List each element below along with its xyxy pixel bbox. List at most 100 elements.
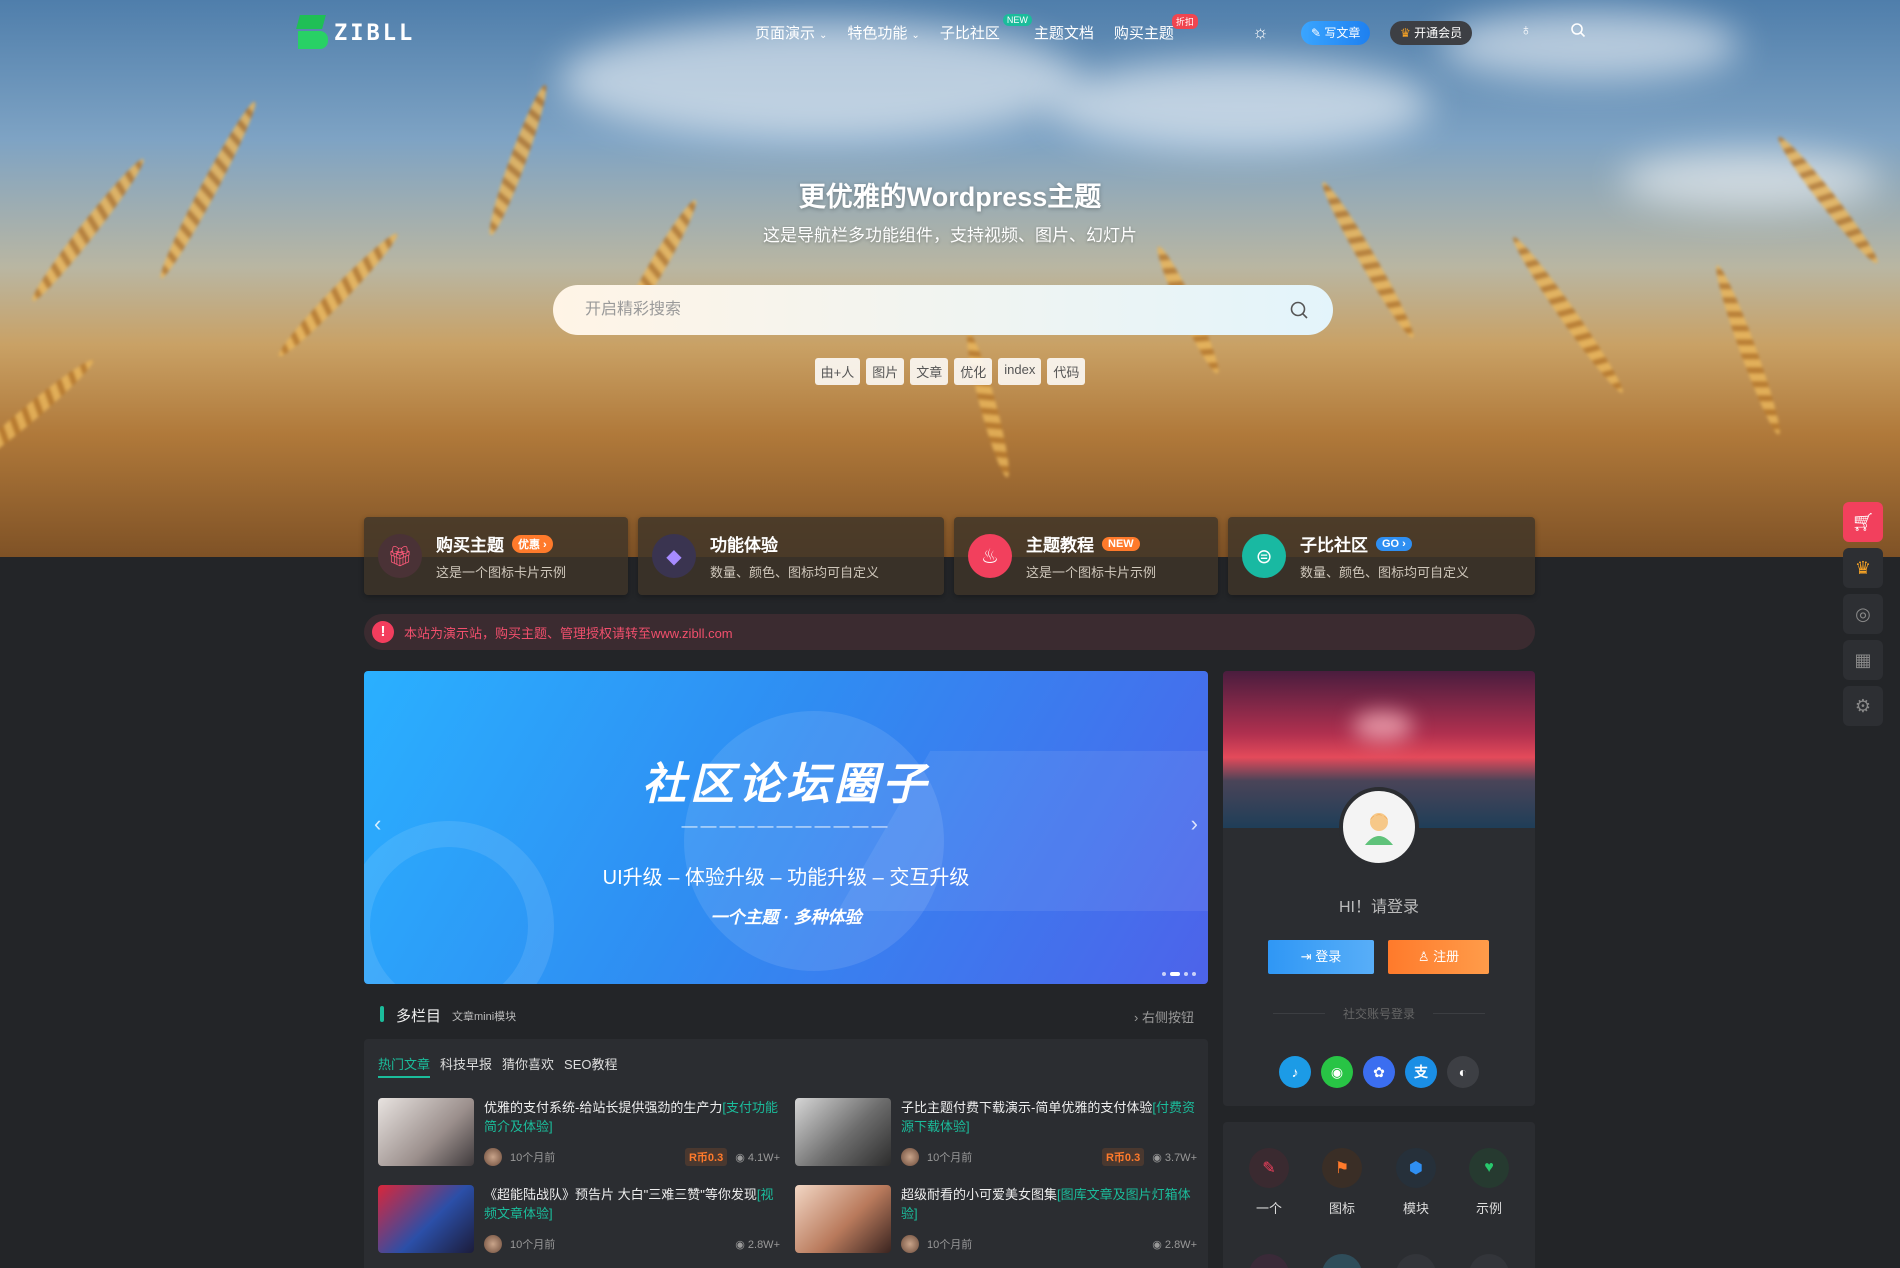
section-right-button[interactable]: › 右侧按钮 <box>1134 1007 1194 1026</box>
cart-icon[interactable]: 🛒︎ <box>1843 502 1883 542</box>
list-item[interactable]: 优雅的支付系统-给站长提供强劲的生产力[支付功能简介及体验] 10个月前 R币0.… <box>378 1098 780 1168</box>
extra-icon[interactable] <box>1249 1254 1289 1268</box>
tab-seo[interactable]: SEO教程 <box>564 1054 617 1078</box>
avatar[interactable] <box>901 1235 919 1253</box>
view-count: ◉ 2.8W+ <box>735 1238 780 1251</box>
menu-item-features[interactable]: 特色功能 ⌄ <box>847 22 919 43</box>
icon-grid-item[interactable]: ✎ 一个 <box>1239 1148 1299 1217</box>
menu-item-page-demo[interactable]: 页面演示 ⌄ <box>755 22 827 43</box>
view-count: ◉ 4.1W+ <box>735 1151 780 1164</box>
search-tag[interactable]: 文章 <box>910 358 949 385</box>
view-count: ◉ 3.7W+ <box>1152 1151 1197 1164</box>
icon-grid-panel: ✎ 一个 ⚑ 图标 ⬢ 模块 ♥ 示例 <box>1223 1122 1535 1268</box>
fire-icon: ♨ <box>968 534 1012 578</box>
new-badge: NEW <box>1002 14 1032 26</box>
chevron-right-icon[interactable]: › <box>1191 811 1198 837</box>
notice-text[interactable]: 本站为演示站，购买主题、管理授权请转至www.zibll.com <box>404 623 733 642</box>
feature-card-experience[interactable]: ◆ 功能体验 数量、颜色、图标均可自定义 <box>638 517 944 595</box>
icon-grid-item[interactable]: ⚑ 图标 <box>1312 1148 1372 1217</box>
search-tag[interactable]: 由+人 <box>814 358 861 385</box>
settings-icon[interactable]: ⚙ <box>1843 686 1883 726</box>
list-item[interactable]: 超级耐看的小可爱美女图集[图库文章及图片灯箱体验] 10个月前 ◉ 2.8W+ <box>795 1185 1197 1255</box>
section-title: 多栏目 <box>396 1008 442 1025</box>
logo-mark-icon <box>296 15 328 51</box>
github-icon[interactable]: ◐ <box>1447 1056 1479 1088</box>
price-badge: R币0.3 <box>1101 1148 1145 1166</box>
baidu-icon[interactable]: ✿ <box>1363 1056 1395 1088</box>
write-article-button[interactable]: ✎ 写文章 <box>1301 21 1371 45</box>
login-button[interactable]: ⇥ 登录 <box>1268 940 1374 974</box>
avatar[interactable] <box>901 1148 919 1166</box>
go-pill: GO › <box>1376 536 1412 551</box>
chevron-down-icon: ⌄ <box>911 30 920 41</box>
avatar[interactable] <box>1339 787 1419 867</box>
wechat-icon[interactable]: ◎ <box>1843 594 1883 634</box>
search-tag[interactable]: 代码 <box>1047 358 1086 385</box>
avatar[interactable] <box>484 1148 502 1166</box>
discount-badge: 折扣 <box>1171 14 1198 29</box>
qq-icon[interactable]: ♪ <box>1279 1056 1311 1088</box>
article-thumbnail[interactable] <box>795 1098 891 1166</box>
article-time: 10个月前 <box>927 1239 973 1251</box>
feature-card-tutorial[interactable]: ♨ 主题教程 NEW 这是一个图标卡片示例 <box>954 517 1218 595</box>
feature-card-buy[interactable]: 🎁︎ 购买主题 优惠 › 这是一个图标卡片示例 <box>364 517 628 595</box>
planet-icon: ⊜ <box>1242 534 1286 578</box>
theme-toggle-icon[interactable]: ☼ <box>1252 22 1269 43</box>
qrcode-icon[interactable]: ▦ <box>1843 640 1883 680</box>
register-button[interactable]: ♙ 注册 <box>1388 940 1489 974</box>
wechat-icon[interactable]: ◉ <box>1321 1056 1353 1088</box>
feature-card-community[interactable]: ⊜ 子比社区 GO › 数量、颜色、图标均可自定义 <box>1228 517 1535 595</box>
menu-item-community[interactable]: 子比社区 NEW <box>940 14 1032 43</box>
article-thumbnail[interactable] <box>378 1098 474 1166</box>
tab-guess[interactable]: 猜你喜欢 <box>502 1054 554 1078</box>
slide-title: 社区论坛圈子 <box>642 760 930 809</box>
icon-grid-item[interactable]: ⬢ 模块 <box>1386 1148 1446 1217</box>
extra-icon[interactable] <box>1396 1254 1436 1268</box>
tab-hot[interactable]: 热门文章 <box>378 1054 431 1078</box>
article-thumbnail[interactable] <box>378 1185 474 1253</box>
list-item[interactable]: 《超能陆战队》预告片 大白"三难三赞"等你发现[视频文章体验] 10个月前 ◉ 2… <box>378 1185 780 1255</box>
chevron-down-icon: ⌄ <box>819 30 828 41</box>
social-login-label: 社交账号登录 <box>1223 1005 1535 1022</box>
feature-cards: 🎁︎ 购买主题 优惠 › 这是一个图标卡片示例 ◆ 功能体验 数量、颜色、图标均可自定… <box>364 517 1535 595</box>
user-login-card: HI！请登录 ⇥ 登录 ♙ 注册 社交账号登录 ♪ ◉ ✿ 支 ◐ <box>1223 671 1535 1106</box>
menu-item-docs[interactable]: 主题文档 <box>1034 22 1094 43</box>
login-greeting: HI！请登录 <box>1338 899 1419 916</box>
lightbulb-icon[interactable]: ♁ <box>1520 22 1532 40</box>
social-login-list: ♪ ◉ ✿ 支 ◐ <box>1279 1056 1479 1088</box>
search-icon[interactable] <box>1289 300 1309 320</box>
magic-wand-icon: ✎ <box>1249 1148 1289 1188</box>
site-logo[interactable]: ZIBLL <box>296 15 415 51</box>
crown-icon: ♛ <box>1400 26 1411 40</box>
search-tag[interactable]: 图片 <box>866 358 905 385</box>
hero-search-box <box>553 285 1333 335</box>
extra-icon[interactable] <box>1469 1254 1509 1268</box>
carousel[interactable]: 社区论坛圈子 ——————————— UI升级 – 体验升级 – 功能升级 – … <box>364 671 1208 984</box>
slide-divider: ——————————— <box>681 818 891 835</box>
article-thumbnail[interactable] <box>795 1185 891 1253</box>
section-header: 多栏目 文章mini模块 › 右侧按钮 <box>364 1003 1208 1027</box>
menu-item-buy[interactable]: 购买主题 折扣 <box>1114 14 1198 43</box>
tab-tech[interactable]: 科技早报 <box>440 1054 492 1078</box>
avatar[interactable] <box>484 1235 502 1253</box>
heart-icon: ♥ <box>1469 1148 1509 1188</box>
list-item[interactable]: 子比主题付费下载演示-简单优雅的支付体验[付费资源下载体验] 10个月前 R币0.… <box>795 1098 1197 1168</box>
gift-icon: 🎁︎ <box>378 534 422 578</box>
vip-button[interactable]: ♛ 开通会员 <box>1390 21 1473 45</box>
crown-icon[interactable]: ♛ <box>1843 548 1883 588</box>
search-icon[interactable] <box>1570 22 1586 38</box>
extra-icon[interactable] <box>1322 1254 1362 1268</box>
search-input[interactable] <box>585 298 1225 322</box>
search-tag[interactable]: 优化 <box>954 358 993 385</box>
search-tag[interactable]: index <box>998 358 1042 385</box>
diamond-icon: ◆ <box>652 534 696 578</box>
article-title: 子比主题付费下载演示-简单优雅的支付体验 <box>901 1100 1153 1115</box>
article-time: 10个月前 <box>927 1152 973 1164</box>
icon-grid-item[interactable]: ♥ 示例 <box>1459 1148 1519 1217</box>
slide-tagline: 一个主题 · 多种体验 <box>710 908 862 927</box>
alert-icon: ! <box>372 621 394 643</box>
article-time: 10个月前 <box>510 1239 556 1251</box>
chevron-left-icon[interactable]: ‹ <box>374 811 381 837</box>
carousel-dots[interactable] <box>1162 972 1196 976</box>
alipay-icon[interactable]: 支 <box>1405 1056 1437 1088</box>
